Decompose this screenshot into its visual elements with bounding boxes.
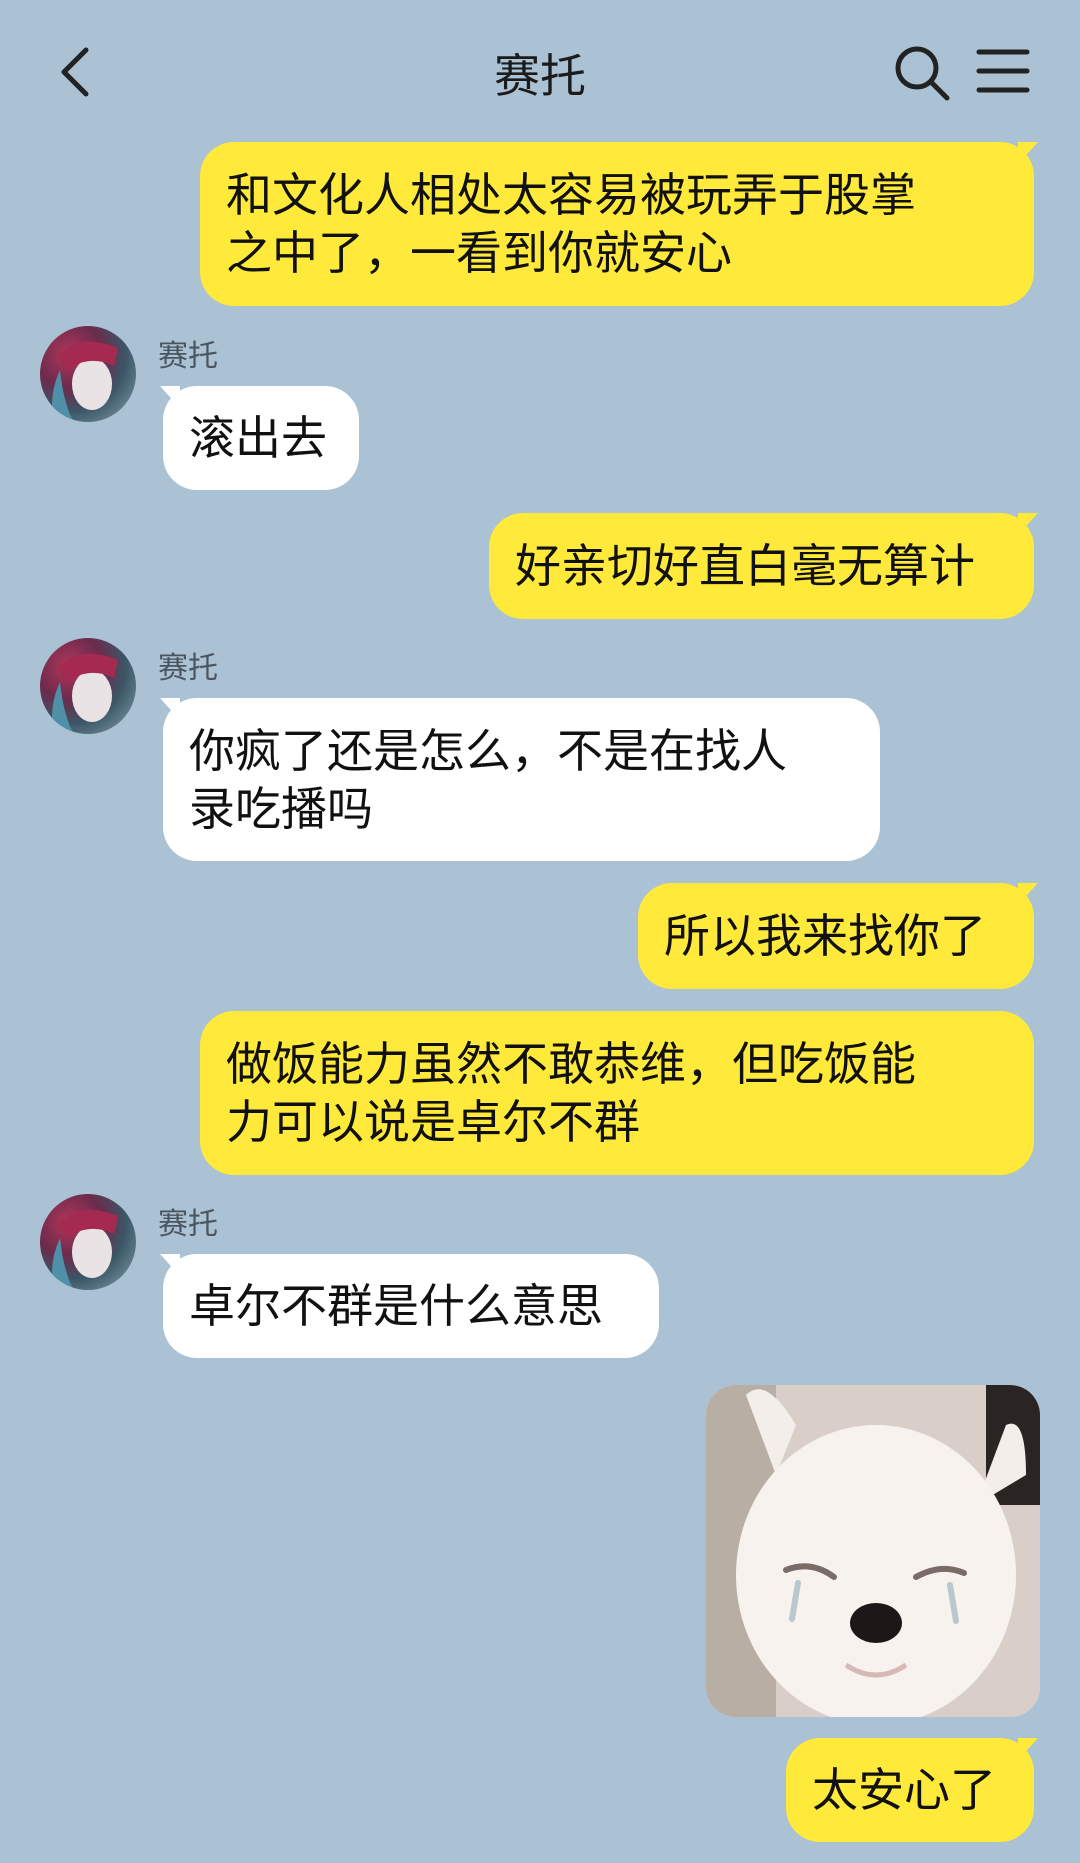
- chat-header: 赛托: [0, 0, 1080, 140]
- avatar[interactable]: [40, 326, 136, 422]
- message-text: 所以我来找你了: [664, 909, 986, 963]
- message-text: 和文化人相处太容易被玩弄于股掌 之中了，一看到你就安心: [226, 168, 916, 280]
- avatar-portrait-icon: [52, 653, 118, 734]
- outgoing-message-bubble[interactable]: 所以我来找你了: [638, 883, 1034, 989]
- incoming-message-bubble[interactable]: 滚出去: [163, 386, 359, 490]
- message-text: 太安心了: [812, 1763, 996, 1817]
- puppy-image: [706, 1385, 1040, 1717]
- outgoing-message-bubble[interactable]: 好亲切好直白毫无算计: [489, 513, 1034, 619]
- menu-button[interactable]: [976, 46, 1030, 96]
- message-text: 滚出去: [189, 411, 327, 465]
- search-button[interactable]: [893, 44, 951, 102]
- outgoing-message-bubble[interactable]: 做饭能力虽然不敢恭维，但吃饭能 力可以说是卓尔不群: [200, 1011, 1034, 1175]
- avatar[interactable]: [40, 1194, 136, 1290]
- message-text: 卓尔不群是什么意思: [189, 1279, 603, 1333]
- avatar-portrait-icon: [52, 341, 118, 422]
- search-icon: [895, 46, 950, 101]
- outgoing-message-bubble[interactable]: 太安心了: [786, 1738, 1034, 1842]
- menu-icon: [976, 49, 1030, 93]
- message-text: 你疯了还是怎么，不是在找人 录吃播吗: [189, 723, 787, 836]
- sender-name: 赛托: [158, 651, 218, 686]
- message-text: 做饭能力虽然不敢恭维，但吃饭能 力可以说是卓尔不群: [226, 1037, 916, 1149]
- sender-name: 赛托: [158, 339, 218, 374]
- message-text: 好亲切好直白毫无算计: [515, 539, 975, 593]
- crying-puppy-sticker[interactable]: [706, 1385, 1040, 1717]
- outgoing-message-bubble[interactable]: 和文化人相处太容易被玩弄于股掌 之中了，一看到你就安心: [200, 142, 1034, 306]
- sender-name: 赛托: [158, 1207, 218, 1242]
- avatar-portrait-icon: [52, 1209, 118, 1290]
- incoming-message-bubble[interactable]: 卓尔不群是什么意思: [163, 1254, 659, 1358]
- incoming-message-bubble[interactable]: 你疯了还是怎么，不是在找人 录吃播吗: [163, 698, 880, 861]
- avatar[interactable]: [40, 638, 136, 734]
